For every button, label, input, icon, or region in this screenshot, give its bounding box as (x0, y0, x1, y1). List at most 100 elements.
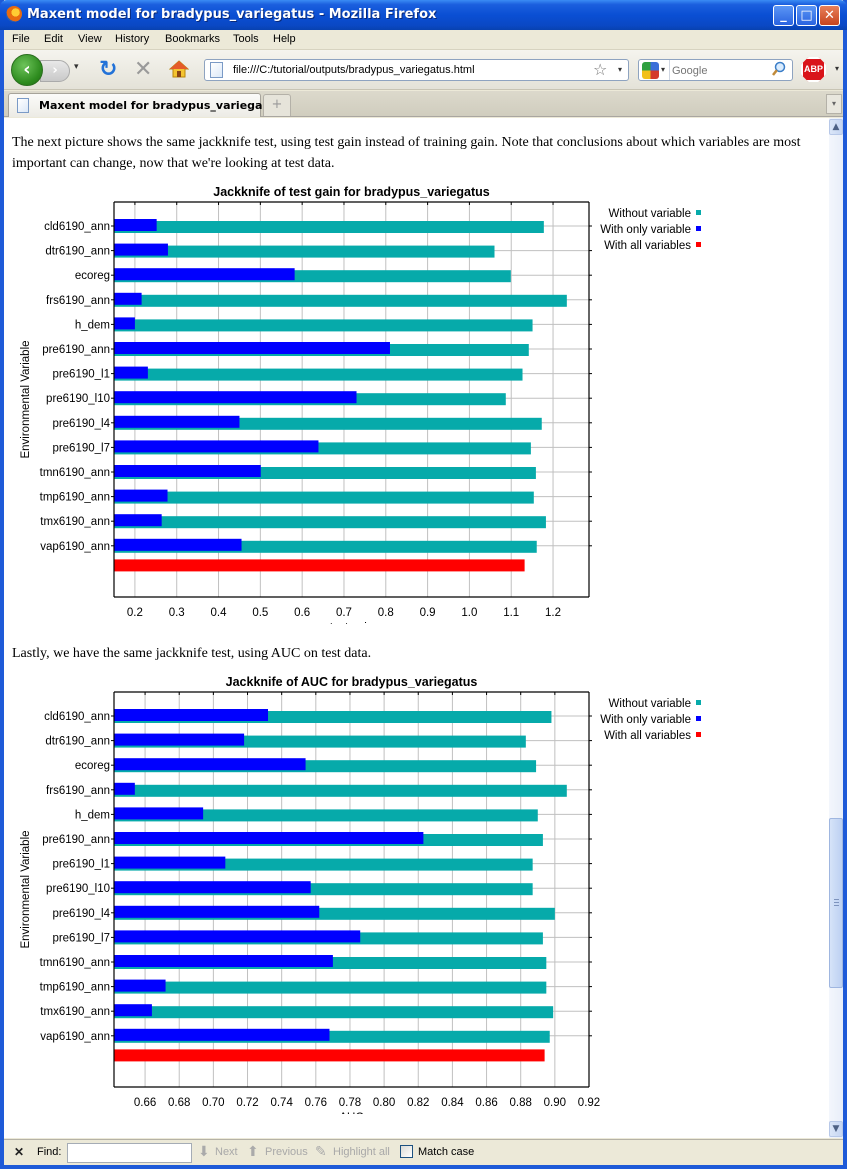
bar-without-variable (114, 491, 534, 504)
y-axis-label: Environmental Variable (20, 830, 32, 948)
x-tick-label: 0.66 (134, 1097, 156, 1109)
category-label: pre6190_l4 (52, 418, 110, 430)
menu-bookmarks[interactable]: Bookmarks (165, 33, 220, 45)
menu-file[interactable]: File (12, 33, 30, 45)
close-button[interactable]: ✕ (819, 5, 840, 26)
category-label: tmx6190_ann (40, 1006, 110, 1018)
maximize-button[interactable]: □ (796, 5, 817, 26)
category-label: vap6190_ann (40, 541, 110, 553)
bar-with-only-variable (114, 709, 269, 721)
bar-without-variable (114, 294, 567, 307)
page-icon (210, 62, 223, 78)
search-input[interactable] (672, 63, 767, 78)
x-tick-label: 0.88 (510, 1097, 532, 1109)
menu-history[interactable]: History (115, 33, 149, 45)
match-case-label[interactable]: Match case (418, 1146, 474, 1158)
vertical-scrollbar[interactable]: ▲ ▼ (829, 118, 843, 1138)
legend-with-all-variables-swatch (696, 732, 701, 737)
x-tick-label: 0.68 (168, 1097, 190, 1109)
x-tick-label: 0.90 (544, 1097, 566, 1109)
legend-without-variable-swatch (696, 700, 701, 705)
bar-without-variable (114, 516, 546, 529)
minimize-button[interactable]: _ (773, 5, 794, 26)
scroll-thumb[interactable] (829, 818, 843, 988)
new-tab-button[interactable]: + (263, 94, 291, 116)
bar-with-only-variable (114, 881, 311, 894)
match-case-checkbox[interactable] (400, 1145, 413, 1158)
firefox-icon (6, 6, 22, 22)
bar-with-only-variable (114, 538, 242, 551)
bar-without-variable (114, 245, 495, 258)
scroll-up-button[interactable]: ▲ (829, 119, 843, 135)
bar-with-only-variable (114, 391, 357, 404)
category-label: tmn6190_ann (40, 467, 110, 479)
category-label: dtr6190_ann (45, 736, 110, 748)
menu-tools[interactable]: Tools (233, 33, 259, 45)
category-label: frs6190_ann (46, 295, 110, 307)
x-tick-label: 0.84 (441, 1097, 464, 1109)
x-tick-label: 0.82 (407, 1097, 429, 1109)
category-label: pre6190_ann (42, 344, 110, 356)
menu-view[interactable]: View (78, 33, 102, 45)
reload-button[interactable]: ↻ (99, 58, 117, 82)
chart-test-gain: Jackknife of test gain for bradypus_vari… (4, 184, 829, 634)
title-bar: Maxent model for bradypus_variegatus - M… (0, 0, 847, 30)
menu-edit[interactable]: Edit (44, 33, 63, 45)
menu-help[interactable]: Help (273, 33, 296, 45)
scroll-down-button[interactable]: ▼ (829, 1121, 843, 1137)
bar-with-only-variable (114, 268, 295, 281)
legend-without-variable: Without variable (609, 208, 691, 220)
category-label: dtr6190_ann (45, 246, 110, 258)
x-tick-label: 0.80 (373, 1097, 395, 1109)
adblock-plus-button[interactable]: ABP (801, 57, 826, 82)
search-icon[interactable] (772, 61, 786, 81)
bookmark-star-icon[interactable]: ☆ (593, 60, 607, 79)
stop-button[interactable]: ✕ (134, 58, 152, 82)
find-close-button[interactable]: ✕ (14, 1145, 24, 1159)
legend-with-all-variables: With all variables (604, 240, 691, 252)
bar-with-only-variable (114, 758, 306, 771)
back-button[interactable]: ‹ (11, 54, 43, 86)
tab-maxent-model[interactable]: Maxent model for bradypus_variega... (8, 93, 275, 117)
menu-bar: File Edit View History Bookmarks Tools H… (4, 30, 843, 50)
arrow-up-icon: ⬆ (247, 1143, 259, 1159)
find-previous-button[interactable]: Previous (265, 1146, 308, 1158)
bar-without-variable (114, 368, 523, 381)
history-dropdown-icon[interactable]: ▾ (74, 62, 79, 72)
page-content: The next picture shows the same jackknif… (4, 118, 829, 1138)
paragraph-auc: Lastly, we have the same jackknife test,… (12, 646, 372, 661)
find-bar: ✕ Find: ⬇ Next ⬆ Previous ✎ Highlight al… (4, 1139, 843, 1165)
bar-without-variable (114, 981, 547, 994)
find-next-button[interactable]: Next (215, 1146, 238, 1158)
category-label: ecoreg (75, 760, 110, 772)
highlight-all-button[interactable]: Highlight all (333, 1146, 390, 1158)
url-dropdown-icon[interactable]: ▾ (618, 65, 622, 74)
abp-dropdown-icon[interactable]: ▾ (835, 64, 839, 73)
x-tick-label: 0.92 (578, 1097, 600, 1109)
category-label: pre6190_l4 (52, 908, 110, 920)
x-axis-label: AUC (339, 1112, 363, 1114)
category-label: h_dem (75, 809, 110, 821)
find-input[interactable] (67, 1143, 192, 1163)
jackknife-test-gain-chart: Jackknife of test gain for bradypus_vari… (20, 185, 701, 634)
category-label: pre6190_ann (42, 834, 110, 846)
google-engine-icon[interactable] (642, 62, 659, 79)
engine-dropdown-icon[interactable]: ▾ (661, 65, 665, 74)
x-tick-label: 0.2 (127, 607, 143, 619)
x-tick-label: 0.5 (252, 607, 268, 619)
bar-with-only-variable (114, 243, 168, 256)
home-button[interactable] (168, 59, 190, 79)
legend-with-all-variables-swatch (696, 242, 701, 247)
category-label: tmx6190_ann (40, 516, 110, 528)
tab-list-dropdown-icon[interactable]: ▾ (826, 94, 842, 114)
home-icon (168, 60, 190, 78)
x-tick-label: 1.0 (461, 607, 477, 619)
tab-bar: Maxent model for bradypus_variega... + ▾ (4, 91, 843, 117)
url-bar[interactable]: file:///C:/tutorial/outputs/bradypus_var… (204, 59, 629, 81)
find-label: Find: (37, 1146, 62, 1158)
category-label: tmn6190_ann (40, 957, 110, 969)
reload-icon: ↻ (99, 57, 118, 82)
url-text[interactable]: file:///C:/tutorial/outputs/bradypus_var… (233, 64, 475, 76)
category-label: pre6190_l7 (52, 442, 110, 454)
forward-button[interactable]: › (40, 60, 70, 82)
